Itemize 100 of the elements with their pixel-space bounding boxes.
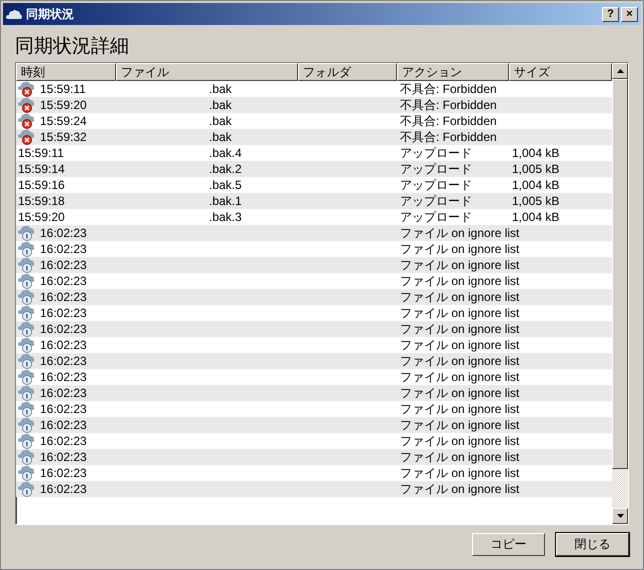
cloud-info-icon: [18, 481, 36, 497]
action-text: ファイル on ignore list: [400, 433, 520, 449]
size-text: 1,004 kB: [512, 177, 560, 193]
cloud-info-icon: [18, 241, 36, 257]
copy-button[interactable]: コピー: [472, 533, 545, 556]
size-text: 1,004 kB: [512, 145, 560, 161]
action-text: ファイル on ignore list: [400, 417, 520, 433]
time-text: 16:02:23: [40, 289, 87, 305]
time-text: 16:02:23: [40, 433, 87, 449]
time-text: 15:59:16: [18, 177, 65, 193]
file-text: .bak.3: [209, 209, 242, 225]
time-text: 16:02:23: [40, 353, 87, 369]
column-header[interactable]: ファイル: [116, 63, 298, 81]
time-text: 15:59:11: [40, 81, 86, 97]
action-text: ファイル on ignore list: [400, 225, 520, 241]
column-header[interactable]: 時刻: [16, 63, 116, 81]
time-text: 16:02:23: [40, 257, 87, 273]
action-text: ファイル on ignore list: [400, 481, 520, 497]
cloud-info-icon: [18, 257, 36, 273]
close-button[interactable]: ×: [621, 6, 638, 22]
time-text: 15:59:20: [40, 97, 87, 113]
time-text: 16:02:23: [40, 369, 87, 385]
size-text: 1,005 kB: [512, 161, 560, 177]
cloud-info-icon: [18, 449, 36, 465]
time-text: 16:02:23: [40, 321, 87, 337]
file-text: .bak: [209, 81, 232, 97]
time-text: 16:02:23: [40, 225, 87, 241]
file-text: .bak.5: [209, 177, 242, 193]
vertical-scrollbar[interactable]: [612, 63, 628, 524]
action-text: 不具合: Forbidden: [400, 81, 497, 97]
time-text: 16:02:23: [40, 481, 87, 497]
file-text: .bak.4: [209, 145, 242, 161]
file-text: .bak.1: [209, 193, 242, 209]
cloud-info-icon: [18, 369, 36, 385]
action-text: ファイル on ignore list: [400, 385, 520, 401]
file-text: .bak: [209, 97, 232, 113]
time-text: 16:02:23: [40, 401, 87, 417]
column-header[interactable]: アクション: [397, 63, 509, 81]
time-text: 16:02:23: [40, 241, 87, 257]
size-text: 1,004 kB: [512, 209, 560, 225]
time-text: 15:59:11: [18, 145, 64, 161]
time-text: 16:02:23: [40, 305, 87, 321]
file-text: .bak: [209, 129, 232, 145]
file-text: .bak: [209, 113, 232, 129]
time-text: 16:02:23: [40, 385, 87, 401]
action-text: ファイル on ignore list: [400, 337, 520, 353]
cloud-info-icon: [18, 385, 36, 401]
time-text: 16:02:23: [40, 417, 87, 433]
cloud-icon: [6, 9, 22, 19]
action-text: ファイル on ignore list: [400, 241, 520, 257]
cloud-info-icon: [18, 225, 36, 241]
action-text: アップロード: [400, 161, 472, 177]
window-title: 同期状況: [26, 6, 74, 22]
time-text: 16:02:23: [40, 449, 87, 465]
cloud-info-icon: [18, 433, 36, 449]
action-text: ファイル on ignore list: [400, 465, 520, 481]
action-text: ファイル on ignore list: [400, 449, 520, 465]
scroll-down-button[interactable]: [612, 508, 628, 524]
column-header[interactable]: サイズ: [509, 63, 612, 81]
time-text: 15:59:14: [18, 161, 65, 177]
action-text: 不具合: Forbidden: [400, 129, 497, 145]
cloud-info-icon: [18, 353, 36, 369]
time-text: 16:02:23: [40, 273, 87, 289]
action-text: 不具合: Forbidden: [400, 113, 497, 129]
scroll-up-button[interactable]: [612, 63, 628, 79]
action-text: ファイル on ignore list: [400, 353, 520, 369]
action-text: ファイル on ignore list: [400, 369, 520, 385]
size-text: 1,005 kB: [512, 193, 560, 209]
close-dialog-button[interactable]: 閉じる: [556, 533, 629, 556]
cloud-info-icon: [18, 273, 36, 289]
action-text: アップロード: [400, 177, 472, 193]
action-text: ファイル on ignore list: [400, 289, 520, 305]
cloud-info-icon: [18, 465, 36, 481]
cloud-info-icon: [18, 417, 36, 433]
cloud-info-icon: [18, 337, 36, 353]
action-text: アップロード: [400, 145, 472, 161]
action-text: 不具合: Forbidden: [400, 97, 497, 113]
cloud-info-icon: [18, 289, 36, 305]
time-text: 16:02:23: [40, 465, 87, 481]
cloud-info-icon: [18, 321, 36, 337]
time-text: 15:59:20: [18, 209, 65, 225]
action-text: ファイル on ignore list: [400, 305, 520, 321]
action-text: ファイル on ignore list: [400, 401, 520, 417]
time-text: 15:59:24: [40, 113, 87, 129]
action-text: アップロード: [400, 209, 472, 225]
time-text: 15:59:32: [40, 129, 87, 145]
column-header[interactable]: フォルダ: [298, 63, 397, 81]
up-arrow-icon: [616, 69, 624, 73]
help-button[interactable]: ?: [602, 6, 619, 22]
action-text: ファイル on ignore list: [400, 321, 520, 337]
action-text: ファイル on ignore list: [400, 257, 520, 273]
file-text: .bak.2: [209, 161, 242, 177]
action-text: アップロード: [400, 193, 472, 209]
cloud-info-icon: [18, 401, 36, 417]
time-text: 16:02:23: [40, 337, 87, 353]
cloud-info-icon: [18, 305, 36, 321]
action-text: ファイル on ignore list: [400, 273, 520, 289]
time-text: 15:59:18: [18, 193, 65, 209]
dialog-heading: 同期状況詳細: [15, 35, 130, 59]
down-arrow-icon: [616, 514, 624, 518]
